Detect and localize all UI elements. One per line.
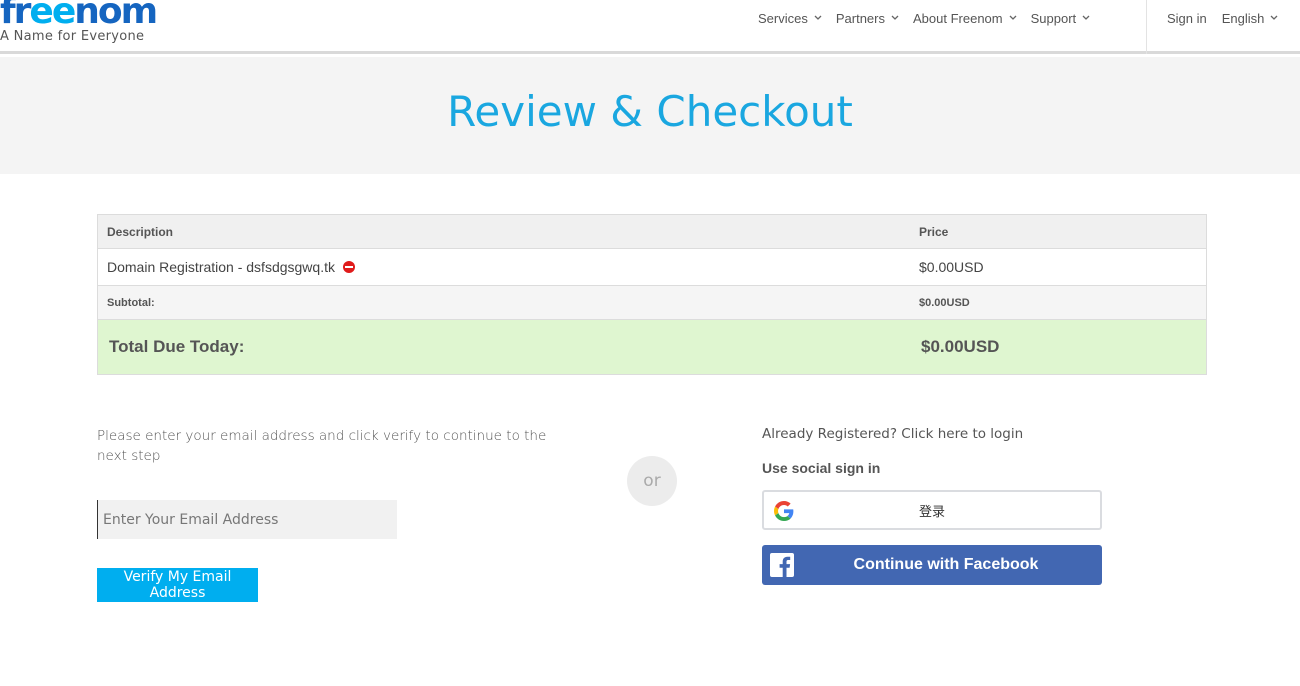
- total-value: $0.00USD: [921, 337, 1000, 356]
- google-signin-label: 登录: [918, 503, 945, 519]
- total-label: Total Due Today:: [109, 337, 245, 356]
- main-nav: Services Partners About Freenom Support: [758, 11, 1104, 26]
- google-icon: [774, 501, 794, 521]
- facebook-signin-label: Continue with Facebook: [853, 556, 1039, 573]
- social-signin-title: Use social sign in: [762, 460, 881, 476]
- item-description: Domain Registration - dsfsdgsgwq.tk: [107, 259, 335, 275]
- chevron-down-icon: [1009, 15, 1017, 22]
- subtotal-value: $0.00USD: [919, 296, 970, 309]
- page-title: Review & Checkout: [447, 87, 853, 136]
- remove-icon[interactable]: [342, 261, 355, 273]
- language-select[interactable]: English: [1222, 11, 1278, 26]
- nav-account: Sign in English: [1167, 11, 1292, 26]
- hero-banner: Review & Checkout: [0, 57, 1300, 174]
- freenom-logo[interactable]: freenom: [0, 0, 158, 32]
- login-link[interactable]: Already Registered? Click here to login: [762, 426, 1023, 442]
- item-description-cell: Domain Registration - dsfsdgsgwq.tk: [98, 259, 911, 275]
- chevron-down-icon: [814, 15, 822, 22]
- facebook-signin-button[interactable]: Continue with Facebook: [762, 545, 1102, 585]
- column-header-description: Description: [107, 224, 174, 239]
- chevron-down-icon: [1270, 15, 1278, 22]
- nav-about-freenom[interactable]: About Freenom: [913, 11, 1017, 26]
- table-header: Description Price: [98, 215, 1206, 249]
- facebook-icon: [770, 553, 794, 577]
- nav-support[interactable]: Support: [1031, 11, 1090, 26]
- sign-in-link[interactable]: Sign in: [1167, 11, 1207, 26]
- site-header: freenom A Name for Everyone Services Par…: [0, 0, 1300, 54]
- logo-tagline: A Name for Everyone: [0, 29, 145, 44]
- subtotal-row: Subtotal: $0.00USD: [98, 286, 1206, 320]
- nav-partners[interactable]: Partners: [836, 11, 899, 26]
- chevron-down-icon: [891, 15, 899, 22]
- column-header-price: Price: [919, 224, 949, 239]
- item-price: $0.00USD: [919, 259, 984, 275]
- subtotal-label: Subtotal:: [107, 296, 155, 309]
- nav-services[interactable]: Services: [758, 11, 822, 26]
- order-summary-table: Description Price Domain Registration - …: [97, 214, 1207, 375]
- google-signin-button[interactable]: 登录: [762, 490, 1102, 530]
- chevron-down-icon: [1082, 15, 1090, 22]
- or-separator: or: [627, 456, 677, 506]
- email-input[interactable]: [97, 500, 397, 539]
- email-instructions: Please enter your email address and clic…: [97, 428, 547, 464]
- nav-divider: [1146, 0, 1147, 54]
- total-row: Total Due Today: $0.00USD: [98, 320, 1206, 374]
- table-row: Domain Registration - dsfsdgsgwq.tk $0.0…: [98, 249, 1206, 286]
- verify-email-button[interactable]: Verify My Email Address: [97, 568, 258, 602]
